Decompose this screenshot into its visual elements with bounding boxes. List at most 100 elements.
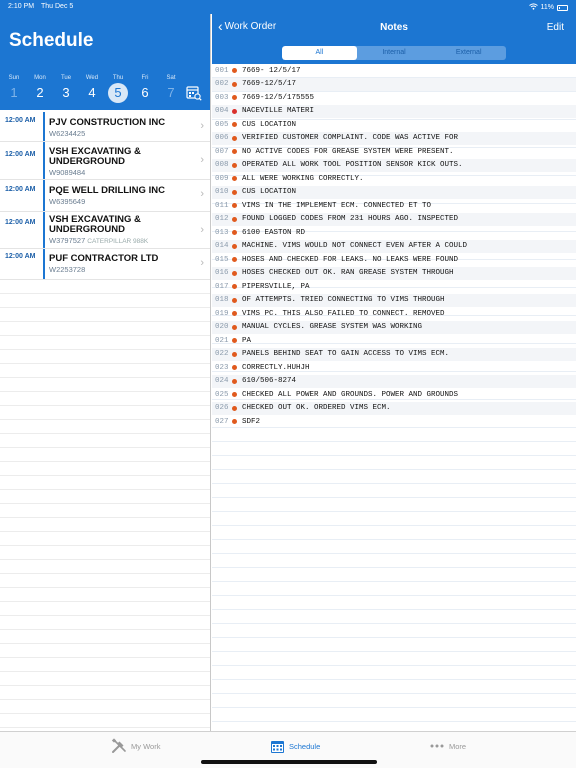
- notes-list[interactable]: 001 7669- 12/5/17 002 7669-12/5/17 003 7669-1…: [212, 64, 576, 731]
- date-6[interactable]: 6: [135, 83, 155, 103]
- note-status-dot-icon: [232, 122, 237, 128]
- note-line[interactable]: 010 CUS LOCATION: [212, 185, 576, 199]
- note-line[interactable]: 018 OF ATTEMPTS. TRIED CONNECTING TO VIMS…: [212, 293, 576, 307]
- segment-external[interactable]: External: [431, 46, 506, 60]
- tab-schedule[interactable]: Schedule: [269, 738, 320, 754]
- date-7[interactable]: 7: [161, 83, 181, 103]
- note-line[interactable]: 004 NACEVILLE MATERI: [212, 104, 576, 118]
- date-1[interactable]: 1: [4, 83, 24, 103]
- note-text: CORRECTLY.HUHJH: [242, 363, 310, 372]
- note-line[interactable]: 013 6100 EASTON RD: [212, 226, 576, 240]
- note-line[interactable]: 022 PANELS BEHIND SEAT TO GAIN ACCESS TO …: [212, 347, 576, 361]
- note-line[interactable]: 020 MANUAL CYCLES. GREASE SYSTEM WAS WORK…: [212, 320, 576, 334]
- note-status-dot-icon: [232, 189, 237, 195]
- status-right: 11%: [528, 3, 568, 12]
- note-line[interactable]: 017 PIPERSVILLE, PA: [212, 280, 576, 294]
- chevron-right-icon: ›: [200, 154, 204, 166]
- note-line-number: 013: [215, 228, 229, 237]
- note-text: FOUND LOGGED CODES FROM 231 HOURS AGO. I…: [242, 215, 459, 224]
- schedule-panel: Schedule Sun Mon Tue Wed Thu Fri Sat 1 2…: [0, 0, 211, 731]
- date-4[interactable]: 4: [82, 83, 102, 103]
- note-line[interactable]: 019 VIMS PC. THIS ALSO FAILED TO CONNECT.…: [212, 307, 576, 321]
- note-line[interactable]: 016 HOSES CHECKED OUT OK. RAN GREASE SYST…: [212, 266, 576, 280]
- note-line[interactable]: 001 7669- 12/5/17: [212, 64, 576, 78]
- appointment-work-order: W2253728: [49, 265, 86, 274]
- note-status-dot-icon: [232, 243, 237, 249]
- note-line[interactable]: 014 MACHINE. VIMS WOULD NOT CONNECT EVEN …: [212, 239, 576, 253]
- appointment-time: 12:00 AM: [5, 219, 36, 226]
- appointment-row[interactable]: 12:00 AM PUF CONTRACTOR LTD W2253728 ›: [0, 249, 210, 280]
- note-line[interactable]: 024 610/506-8274: [212, 374, 576, 388]
- note-text: HOSES AND CHECKED FOR LEAKS. NO LEAKS WE…: [242, 255, 459, 264]
- appointment-work-order: W9089484: [49, 168, 86, 177]
- appointment-work-order: W3797527 CATERPILLAR 988K: [49, 236, 149, 245]
- appointment-row[interactable]: 12:00 AM PQE WELL DRILLING INC W6395649 …: [0, 180, 210, 212]
- status-bar: 2:10 PM Thu Dec 5 11%: [0, 0, 576, 14]
- date-2[interactable]: 2: [30, 83, 50, 103]
- tab-my-work[interactable]: My Work: [111, 738, 160, 754]
- note-line[interactable]: 007 NO ACTIVE CODES FOR GREASE SYSTEM WER…: [212, 145, 576, 159]
- note-text: NO ACTIVE CODES FOR GREASE SYSTEM WERE P…: [242, 147, 454, 156]
- note-text: MACHINE. VIMS WOULD NOT CONNECT EVEN AFT…: [242, 242, 468, 251]
- note-line[interactable]: 003 7669-12/5/175555: [212, 91, 576, 105]
- note-text: PIPERSVILLE, PA: [242, 282, 310, 291]
- appointment-row[interactable]: 12:00 AM VSH EXCAVATING & UNDERGROUND W3…: [0, 212, 210, 249]
- note-status-dot-icon: [232, 230, 237, 236]
- note-line[interactable]: 006 VERIFIED CUSTOMER COMPLAINT. CODE WAS…: [212, 131, 576, 145]
- note-text: CHECKED ALL POWER AND GROUNDS. POWER AND…: [242, 390, 459, 399]
- note-text: 7669- 12/5/17: [242, 66, 301, 75]
- note-status-dot-icon: [232, 338, 237, 344]
- day-label-fri: Fri: [141, 75, 149, 81]
- note-text: PANELS BEHIND SEAT TO GAIN ACCESS TO VIM…: [242, 350, 450, 359]
- battery-icon: [557, 4, 568, 11]
- appointment-bar: [43, 249, 45, 279]
- calendar-search-icon[interactable]: [186, 85, 202, 101]
- note-text: 7669-12/5/175555: [242, 93, 315, 102]
- note-line-number: 020: [215, 323, 229, 332]
- note-line[interactable]: 012 FOUND LOGGED CODES FROM 231 HOURS AGO…: [212, 212, 576, 226]
- appointment-bar: [43, 112, 45, 141]
- note-line[interactable]: 026 CHECKED OUT OK. ORDERED VIMS ECM.: [212, 401, 576, 415]
- note-line[interactable]: 025 CHECKED ALL POWER AND GROUNDS. POWER …: [212, 388, 576, 402]
- note-line[interactable]: 009 ALL WERE WORKING CORRECTLY.: [212, 172, 576, 186]
- note-status-dot-icon: [232, 81, 237, 87]
- status-time: 2:10 PM: [8, 3, 35, 10]
- note-line-number: 018: [215, 296, 229, 305]
- note-line[interactable]: 021 PA: [212, 334, 576, 348]
- note-text: VIMS PC. THIS ALSO FAILED TO CONNECT. RE…: [242, 309, 445, 318]
- note-text: VERIFIED CUSTOMER COMPLAINT. CODE WAS AC…: [242, 134, 459, 143]
- more-dots-icon: [429, 738, 445, 754]
- segment-all[interactable]: All: [282, 46, 357, 60]
- tab-label: My Work: [131, 741, 161, 751]
- segment-internal[interactable]: Internal: [357, 46, 432, 60]
- note-line[interactable]: 002 7669-12/5/17: [212, 77, 576, 91]
- edit-button[interactable]: Edit: [547, 22, 564, 33]
- note-status-dot-icon: [232, 149, 237, 155]
- note-status-dot-icon: [232, 392, 237, 398]
- appointment-customer: VSH EXCAVATING & UNDERGROUND: [49, 146, 141, 167]
- note-line[interactable]: 011 VIMS IN THE IMPLEMENT ECM. CONNECTED …: [212, 199, 576, 213]
- note-line-number: 009: [215, 174, 229, 183]
- note-line[interactable]: 005 CUS LOCATION: [212, 118, 576, 132]
- note-line[interactable]: 023 CORRECTLY.HUHJH: [212, 361, 576, 375]
- note-text: 6100 EASTON RD: [242, 228, 306, 237]
- appointment-row[interactable]: 12:00 AM PJV CONSTRUCTION INC W6234425 ›: [0, 112, 210, 142]
- note-line[interactable]: 015 HOSES AND CHECKED FOR LEAKS. NO LEAKS…: [212, 253, 576, 267]
- note-status-dot-icon: [232, 324, 237, 330]
- appointment-row[interactable]: 12:00 AM VSH EXCAVATING & UNDERGROUND W9…: [0, 142, 210, 180]
- appointment-customer: PJV CONSTRUCTION INC: [49, 117, 166, 128]
- tab-more[interactable]: More: [429, 738, 466, 754]
- date-3[interactable]: 3: [56, 83, 76, 103]
- note-line[interactable]: 008 OPERATED ALL WORK TOOL POSITION SENSO…: [212, 158, 576, 172]
- day-label-sun: Sun: [8, 75, 20, 81]
- appointment-time: 12:00 AM: [5, 253, 36, 260]
- note-text: ALL WERE WORKING CORRECTLY.: [242, 174, 364, 183]
- week-date-picker: 1 2 3 4 5 6 7: [0, 83, 210, 105]
- note-text: CUS LOCATION: [242, 120, 297, 129]
- note-line-number: 023: [215, 363, 229, 372]
- appointment-bar: [43, 212, 45, 248]
- note-line-number: 007: [215, 147, 229, 156]
- note-line[interactable]: 027 SDF2: [212, 415, 576, 429]
- page-title: Schedule: [9, 30, 94, 51]
- date-5-selected[interactable]: 5: [108, 83, 128, 103]
